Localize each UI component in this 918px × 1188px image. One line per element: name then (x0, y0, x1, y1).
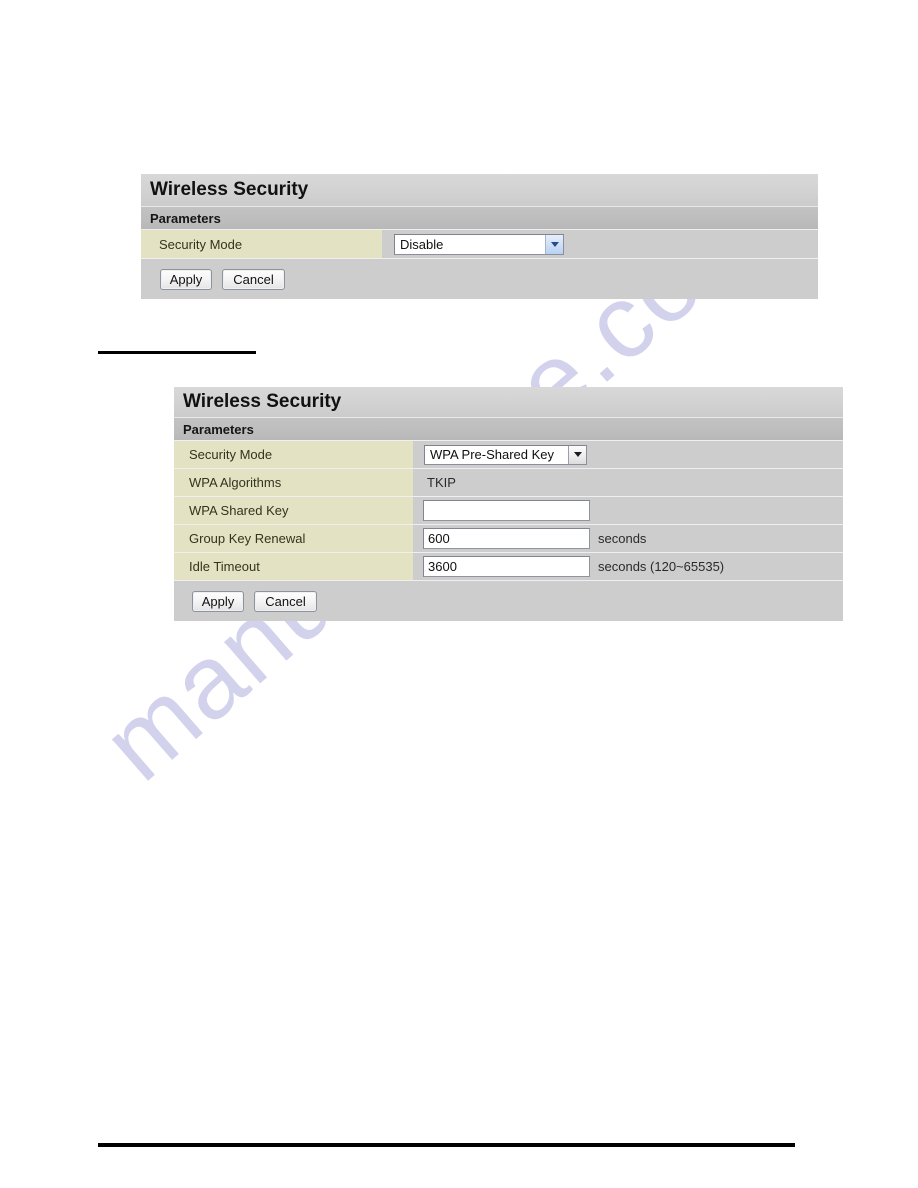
row-field: Disable (382, 230, 818, 258)
panel-title-text: Wireless Security (183, 391, 342, 412)
wireless-security-panel-disable: Wireless Security Parameters Security Mo… (141, 174, 818, 299)
row-label-idle-timeout: Idle Timeout (174, 553, 413, 580)
panel-footer: Apply Cancel (141, 258, 818, 299)
panel-subtitle-text: Parameters (183, 421, 254, 437)
idle-timeout-input[interactable]: 3600 (423, 556, 590, 577)
security-mode-select-value: WPA Pre-Shared Key (430, 447, 555, 462)
apply-button[interactable]: Apply (160, 268, 212, 290)
idle-timeout-unit: seconds (120~65535) (598, 559, 725, 574)
row-field (413, 497, 843, 524)
apply-button[interactable]: Apply (192, 590, 244, 612)
security-mode-select[interactable]: WPA Pre-Shared Key (424, 444, 587, 465)
row-field: 600 seconds (413, 525, 843, 552)
cancel-button[interactable]: Cancel (222, 268, 285, 290)
row-label-group-key-renewal: Group Key Renewal (174, 525, 413, 552)
cancel-button-label: Cancel (265, 593, 306, 609)
cancel-button[interactable]: Cancel (254, 590, 317, 612)
page-footer-divider (98, 1143, 795, 1147)
wpa-algorithms-value: TKIP (427, 475, 456, 490)
panel-title-text: Wireless Security (150, 179, 309, 200)
panel-subtitle-text: Parameters (150, 210, 221, 226)
group-key-renewal-value: 600 (428, 531, 450, 546)
row-label-text: WPA Shared Key (189, 503, 289, 518)
apply-button-label: Apply (201, 593, 235, 609)
panel-footer: Apply Cancel (174, 580, 843, 621)
chevron-down-icon (568, 445, 586, 464)
row-label-text: Security Mode (189, 447, 273, 462)
cancel-button-label: Cancel (233, 271, 274, 287)
table-row: WPA Shared Key (174, 496, 843, 524)
table-row: Idle Timeout 3600 seconds (120~65535) (174, 552, 843, 580)
row-field: 3600 seconds (120~65535) (413, 553, 843, 580)
row-label-text: Idle Timeout (189, 559, 260, 574)
group-key-renewal-unit: seconds (598, 531, 647, 546)
row-field: TKIP (413, 469, 843, 496)
row-label-security-mode: Security Mode (174, 441, 413, 468)
row-label-text: WPA Algorithms (189, 475, 282, 490)
panel-subtitle: Parameters (141, 206, 818, 229)
row-label-security-mode: Security Mode (141, 230, 382, 258)
row-label-text: Group Key Renewal (189, 531, 306, 546)
idle-timeout-value: 3600 (428, 559, 457, 574)
row-field: WPA Pre-Shared Key (413, 441, 843, 468)
panel-subtitle: Parameters (174, 417, 843, 440)
table-row: Group Key Renewal 600 seconds (174, 524, 843, 552)
group-key-renewal-input[interactable]: 600 (423, 528, 590, 549)
wpa-shared-key-input[interactable] (423, 500, 590, 521)
row-label-text: Security Mode (159, 236, 243, 252)
table-row: WPA Algorithms TKIP (174, 468, 843, 496)
panel-title: Wireless Security (174, 387, 843, 417)
wireless-security-panel-wpa: Wireless Security Parameters Security Mo… (174, 387, 843, 621)
apply-button-label: Apply (169, 271, 203, 287)
security-mode-select[interactable]: Disable (394, 233, 564, 255)
security-mode-select-value: Disable (400, 236, 444, 252)
table-row: Security Mode Disable (141, 229, 818, 258)
row-label-wpa-shared-key: WPA Shared Key (174, 497, 413, 524)
panel-title: Wireless Security (141, 174, 818, 206)
table-row: Security Mode WPA Pre-Shared Key (174, 440, 843, 468)
row-label-wpa-algorithms: WPA Algorithms (174, 469, 413, 496)
section-divider (98, 351, 256, 354)
chevron-down-icon (545, 234, 563, 254)
